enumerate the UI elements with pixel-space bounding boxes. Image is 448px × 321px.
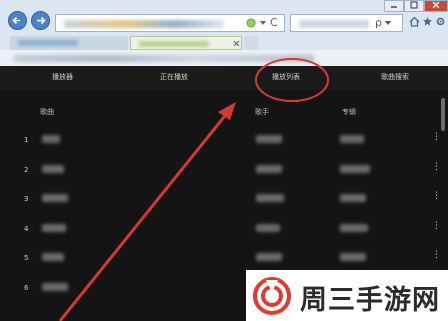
annotation-arrow-shaft: [58, 111, 230, 321]
watermark-text: 周三手游网: [300, 285, 440, 316]
watermark-logo: 周三手游网: [246, 270, 448, 321]
watermark-emblem-icon: [253, 277, 291, 315]
annotation-arrow-head: [218, 102, 236, 120]
highlight-circle: [255, 58, 329, 102]
